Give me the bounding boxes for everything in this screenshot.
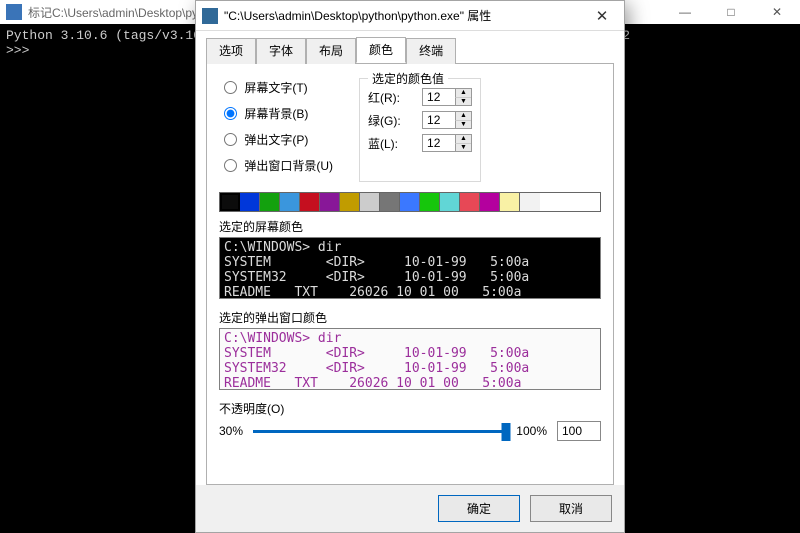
tab-layout[interactable]: 布局: [306, 38, 356, 64]
tab-page-colors: 屏幕文字(T) 屏幕背景(B) 弹出文字(P) 弹出窗口背景(U) 选定的颜色值: [206, 63, 614, 485]
radio-popup-text-label: 弹出文字(P): [244, 133, 308, 147]
blue-input[interactable]: [423, 135, 455, 151]
color-swatch[interactable]: [380, 193, 400, 211]
radio-screen-text-input[interactable]: [224, 81, 237, 94]
radio-screen-text-label: 屏幕文字(T): [244, 81, 307, 95]
preview-line: README TXT 26026 10 01 00 5:00a: [224, 376, 521, 390]
color-swatch[interactable]: [340, 193, 360, 211]
maximize-button[interactable]: □: [708, 0, 754, 24]
dialog-button-row: 确定 取消: [196, 485, 624, 532]
red-down[interactable]: ▼: [455, 98, 471, 106]
color-swatch[interactable]: [320, 193, 340, 211]
color-swatch[interactable]: [480, 193, 500, 211]
radio-screen-bg[interactable]: 屏幕背景(B): [219, 104, 333, 122]
dialog-close-button[interactable]: ✕: [580, 1, 624, 31]
popup-preview: C:\WINDOWS> dir SYSTEM <DIR> 10-01-99 5:…: [219, 328, 601, 390]
color-swatch[interactable]: [280, 193, 300, 211]
radio-popup-text-input[interactable]: [224, 133, 237, 146]
color-target-radios: 屏幕文字(T) 屏幕背景(B) 弹出文字(P) 弹出窗口背景(U): [219, 78, 333, 182]
opacity-slider[interactable]: [253, 430, 506, 433]
popup-preview-label: 选定的弹出窗口颜色: [219, 309, 601, 326]
radio-screen-text[interactable]: 屏幕文字(T): [219, 78, 333, 96]
color-swatch[interactable]: [240, 193, 260, 211]
properties-dialog: "C:\Users\admin\Desktop\python\python.ex…: [195, 0, 625, 533]
blue-up[interactable]: ▲: [455, 135, 471, 144]
tab-terminal[interactable]: 终端: [406, 38, 456, 64]
color-swatch[interactable]: [460, 193, 480, 211]
tab-colors[interactable]: 颜色: [356, 37, 406, 63]
green-label: 绿(G):: [368, 112, 414, 129]
dialog-titlebar: "C:\Users\admin\Desktop\python\python.ex…: [196, 1, 624, 31]
green-down[interactable]: ▼: [455, 121, 471, 129]
radio-screen-bg-label: 屏幕背景(B): [244, 107, 308, 121]
color-swatch[interactable]: [420, 193, 440, 211]
screen-preview-label: 选定的屏幕颜色: [219, 218, 601, 235]
color-swatches: [219, 192, 601, 212]
ok-button[interactable]: 确定: [438, 495, 520, 522]
blue-down[interactable]: ▼: [455, 144, 471, 152]
tab-options[interactable]: 选项: [206, 38, 256, 64]
color-swatch[interactable]: [440, 193, 460, 211]
opacity-input[interactable]: [557, 421, 601, 441]
console-prompt: >>>: [6, 43, 29, 58]
cancel-button[interactable]: 取消: [530, 495, 612, 522]
screen-preview: C:\WINDOWS> dir SYSTEM <DIR> 10-01-99 5:…: [219, 237, 601, 299]
radio-popup-bg[interactable]: 弹出窗口背景(U): [219, 156, 333, 174]
red-input[interactable]: [423, 89, 455, 105]
radio-popup-bg-label: 弹出窗口背景(U): [244, 159, 333, 173]
color-swatch[interactable]: [260, 193, 280, 211]
color-swatch[interactable]: [220, 193, 240, 211]
preview-line: README TXT 26026 10 01 00 5:00a: [224, 285, 521, 299]
preview-line: SYSTEM <DIR> 10-01-99 5:00a: [224, 346, 529, 361]
dialog-title: "C:\Users\admin\Desktop\python\python.ex…: [218, 7, 580, 24]
red-label: 红(R):: [368, 89, 414, 106]
red-spinner[interactable]: ▲▼: [422, 88, 472, 106]
opacity-slider-thumb[interactable]: [502, 423, 511, 441]
dialog-tabs: 选项 字体 布局 颜色 终端: [196, 31, 624, 63]
preview-line: SYSTEM32 <DIR> 10-01-99 5:00a: [224, 270, 529, 285]
preview-line: SYSTEM32 <DIR> 10-01-99 5:00a: [224, 361, 529, 376]
blue-label: 蓝(L):: [368, 135, 414, 152]
opacity-min-label: 30%: [219, 424, 243, 438]
green-spinner[interactable]: ▲▼: [422, 111, 472, 129]
radio-popup-text[interactable]: 弹出文字(P): [219, 130, 333, 148]
color-values-group: 选定的颜色值 红(R): ▲▼ 绿(G): ▲▼ 蓝(L):: [359, 78, 481, 182]
tab-font[interactable]: 字体: [256, 38, 306, 64]
color-swatch[interactable]: [300, 193, 320, 211]
opacity-row: 30% 100%: [219, 421, 601, 441]
color-swatch[interactable]: [400, 193, 420, 211]
opacity-max-label: 100%: [516, 424, 547, 438]
console-app-icon: [6, 4, 22, 20]
radio-screen-bg-input[interactable]: [224, 107, 237, 120]
color-swatch[interactable]: [520, 193, 540, 211]
close-button[interactable]: ✕: [754, 0, 800, 24]
color-swatch[interactable]: [500, 193, 520, 211]
green-input[interactable]: [423, 112, 455, 128]
red-up[interactable]: ▲: [455, 89, 471, 98]
color-values-legend: 选定的颜色值: [368, 70, 448, 87]
blue-spinner[interactable]: ▲▼: [422, 134, 472, 152]
green-up[interactable]: ▲: [455, 112, 471, 121]
minimize-button[interactable]: —: [662, 0, 708, 24]
opacity-label: 不透明度(O): [219, 400, 601, 417]
preview-line: C:\WINDOWS> dir: [224, 240, 341, 255]
python-icon: [202, 8, 218, 24]
color-swatch[interactable]: [360, 193, 380, 211]
preview-line: C:\WINDOWS> dir: [224, 331, 341, 346]
radio-popup-bg-input[interactable]: [224, 159, 237, 172]
preview-line: SYSTEM <DIR> 10-01-99 5:00a: [224, 255, 529, 270]
